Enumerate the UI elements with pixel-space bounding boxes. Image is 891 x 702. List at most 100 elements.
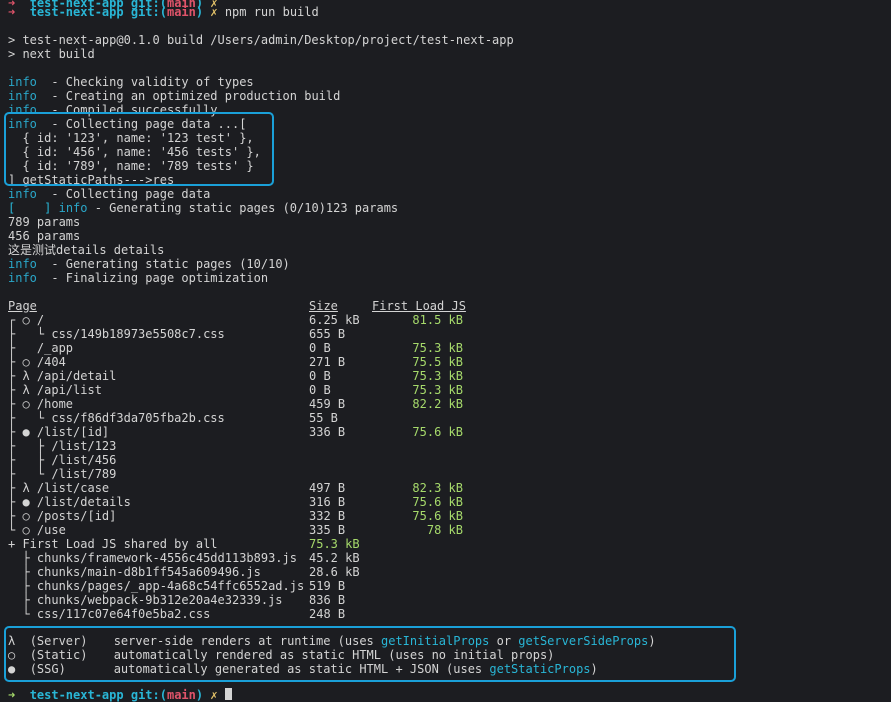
route-path: ├ ○ /home <box>8 397 74 411</box>
route-size: 271 B <box>309 355 346 369</box>
column-header-first-load: First Load JS <box>372 299 466 313</box>
route-size: 6.25 kB <box>309 313 360 327</box>
route-path: ├ λ /list/case <box>8 481 110 495</box>
table-row: ├ ├ /list/123 <box>8 439 478 453</box>
route-first-load: 75.6 kB <box>412 495 463 509</box>
table-row: ├ └ css/149b18973e5508c7.css 655 B <box>8 327 478 341</box>
route-path: ├ ○ /posts/[id] <box>8 509 117 523</box>
chunk-row: ├ chunks/webpack-9b312e20a4e32339.js 836 … <box>8 593 478 607</box>
route-first-load: 75.6 kB <box>412 425 463 439</box>
legend-keyword: getServerSideProps <box>518 634 649 648</box>
table-row: ├ └ css/f86df3da705fba2b.css 55 B <box>8 411 478 425</box>
log-line: info - Generating static pages (10/10) <box>8 257 290 271</box>
route-first-load: 81.5 kB <box>412 313 463 327</box>
route-first-load: 75.3 kB <box>412 369 463 383</box>
column-header-page: Page <box>8 299 37 313</box>
route-first-load: 82.2 kB <box>412 397 463 411</box>
chunk-size: 28.6 kB <box>309 565 360 579</box>
legend-symbol: ○ <box>8 648 16 662</box>
shared-row: + First Load JS shared by all 75.3 kB <box>8 537 478 551</box>
route-size: 55 B <box>309 411 338 425</box>
route-path: ├ └ /list/789 <box>8 467 117 481</box>
chunk-size: 45.2 kB <box>309 551 360 565</box>
legend-symbol: ● <box>8 662 16 676</box>
chunk-row: └ css/117c07e64f0e5ba2.css 248 B <box>8 607 478 621</box>
legend-keyword: getInitialProps <box>381 634 490 648</box>
table-row: ├ λ /list/case 497 B 82.3 kB <box>8 481 478 495</box>
route-size: 0 B <box>309 341 331 355</box>
legend-kind: (SSG) <box>29 662 66 676</box>
params-line: 789 params <box>8 215 81 229</box>
chunk-name: ├ chunks/pages/_app-4a68c54ffc6552ad.js <box>8 579 305 593</box>
legend-text: ) <box>648 634 656 648</box>
legend-symbol: λ <box>8 634 16 648</box>
route-size: 0 B <box>309 369 331 383</box>
npm-header-line: > next build <box>8 47 95 61</box>
params-line: 这是测试details details <box>8 243 165 257</box>
route-path: ├ λ /api/list <box>8 383 102 397</box>
legend-text: automatically generated as static HTML +… <box>113 662 490 676</box>
command-text: npm run build <box>224 5 319 19</box>
chunk-size: 519 B <box>309 579 346 593</box>
text-cursor[interactable] <box>224 688 232 700</box>
log-line: info - Creating an optimized production … <box>8 89 341 103</box>
column-header-size: Size <box>309 299 338 313</box>
legend-kind: (Static) <box>29 648 88 662</box>
table-row: ├ ├ /list/456 <box>8 453 478 467</box>
legend-row: λ (Server) server-side renders at runtime… <box>8 634 656 648</box>
route-size: 0 B <box>309 383 331 397</box>
legend-text: ) <box>590 662 598 676</box>
legend-row: ○ (Static) automatically rendered as stat… <box>8 648 554 662</box>
legend-text: automatically rendered as static HTML (u… <box>113 648 555 662</box>
table-row: ├ λ /api/detail 0 B 75.3 kB <box>8 369 478 383</box>
log-line: info - Checking validity of types <box>8 75 254 89</box>
route-first-load: 82.3 kB <box>412 481 463 495</box>
legend-keyword: getStaticProps <box>489 662 591 676</box>
route-path: ├ └ css/f86df3da705fba2b.css <box>8 411 225 425</box>
chunk-name: ├ chunks/webpack-9b312e20a4e32339.js <box>8 593 283 607</box>
route-path: ┌ ○ / <box>8 313 45 327</box>
route-size: 655 B <box>309 327 346 341</box>
table-row: ├ ● /list/[id] 336 B 75.6 kB <box>8 425 478 439</box>
npm-header-line: > test-next-app@0.1.0 build /Users/admin… <box>8 33 514 47</box>
legend-text: or <box>489 634 519 648</box>
prompt-line: ➜ test-next-app git:(main) ✗ npm run bui… <box>8 5 319 19</box>
progress-line: [ ] info - Generating static pages (0/10… <box>8 201 399 215</box>
legend-kind: (Server) <box>29 634 88 648</box>
route-path: ├ λ /api/detail <box>8 369 117 383</box>
highlight-box-paths <box>4 112 274 186</box>
log-line: info - Finalizing page optimization <box>8 271 269 285</box>
table-row: ├ /_app 0 B 75.3 kB <box>8 341 478 355</box>
route-first-load: 75.3 kB <box>412 341 463 355</box>
table-row: ┌ ○ / 6.25 kB 81.5 kB <box>8 313 478 327</box>
params-line: 456 params <box>8 229 81 243</box>
route-path: ├ ● /list/[id] <box>8 425 110 439</box>
route-size: 335 B <box>309 523 346 537</box>
route-size: 316 B <box>309 495 346 509</box>
chunk-row: ├ chunks/pages/_app-4a68c54ffc6552ad.js 5… <box>8 579 478 593</box>
route-first-load: 75.5 kB <box>412 355 463 369</box>
route-path: ├ ├ /list/123 <box>8 439 117 453</box>
table-row: ├ λ /api/list 0 B 75.3 kB <box>8 383 478 397</box>
table-row: ├ ○ /404 271 B 75.5 kB <box>8 355 478 369</box>
table-row: ├ └ /list/789 <box>8 467 478 481</box>
route-path: ├ └ css/149b18973e5508c7.css <box>8 327 225 341</box>
table-row: ├ ○ /posts/[id] 332 B 75.6 kB <box>8 509 478 523</box>
chunk-row: ├ chunks/framework-4556c45dd113b893.js 45… <box>8 551 478 565</box>
route-path: ├ /_app <box>8 341 74 355</box>
chunk-name: ├ chunks/framework-4556c45dd113b893.js <box>8 551 297 565</box>
chunk-row: ├ chunks/main-d8b1ff545a609496.js 28.6 kB <box>8 565 478 579</box>
table-row: ├ ○ /home 459 B 82.2 kB <box>8 397 478 411</box>
shared-label: + First Load JS shared by all <box>8 537 218 551</box>
table-row: ├ ● /list/details 316 B 75.6 kB <box>8 495 478 509</box>
terminal-window[interactable]: { "prompt_top": {"arrow": "➜", "dir": "t… <box>0 0 891 702</box>
route-path: ├ ● /list/details <box>8 495 131 509</box>
route-size: 459 B <box>309 397 346 411</box>
route-path: ├ ├ /list/456 <box>8 453 117 467</box>
table-row: └ ○ /use 335 B 78 kB <box>8 523 478 537</box>
route-first-load: 75.6 kB <box>412 509 463 523</box>
route-path: ├ ○ /404 <box>8 355 66 369</box>
chunk-name: ├ chunks/main-d8b1ff545a609496.js <box>8 565 261 579</box>
route-size: 497 B <box>309 481 346 495</box>
log-line: info - Collecting page data <box>8 187 211 201</box>
